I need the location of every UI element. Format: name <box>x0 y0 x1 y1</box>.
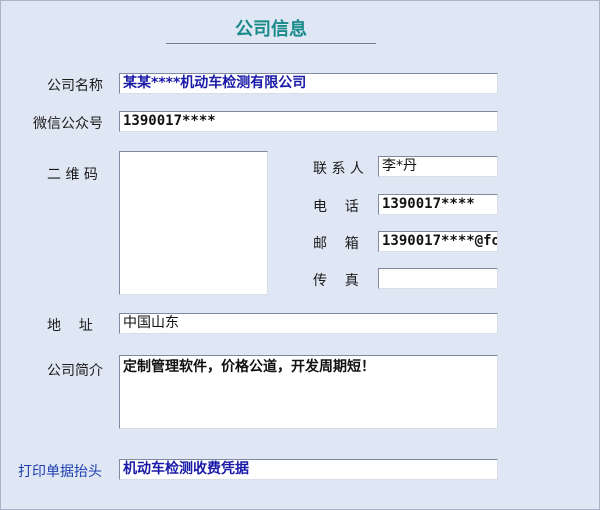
print-header-field[interactable]: 机动车检测收费凭据 <box>119 459 498 480</box>
company-name-label: 公司名称 <box>47 78 103 94</box>
print-header-label: 打印单据抬头 <box>18 464 102 480</box>
fax-field[interactable] <box>378 268 498 289</box>
qrcode-image-box[interactable] <box>119 151 268 295</box>
wechat-field[interactable]: 1390017**** <box>119 111 498 132</box>
company-info-panel: 公司信息 公司名称 某某****机动车检测有限公司 微信公众号 1390017*… <box>0 0 600 510</box>
address-field[interactable]: 中国山东 <box>119 313 498 334</box>
email-field[interactable]: 1390017****@fox <box>378 231 498 252</box>
company-name-field[interactable]: 某某****机动车检测有限公司 <box>119 73 498 94</box>
phone-field[interactable]: 1390017**** <box>378 194 498 215</box>
contact-field[interactable]: 李*丹 <box>378 156 498 177</box>
email-label: 邮 箱 <box>313 236 359 252</box>
qrcode-label: 二 维 码 <box>47 167 98 183</box>
contact-label: 联 系 人 <box>313 161 364 177</box>
fax-label: 传 真 <box>313 273 359 289</box>
title-underline <box>166 43 376 44</box>
intro-textarea[interactable]: 定制管理软件，价格公道，开发周期短！ <box>119 355 498 429</box>
phone-label: 电 话 <box>313 199 359 215</box>
intro-label: 公司简介 <box>47 363 103 379</box>
address-label: 地 址 <box>47 318 93 334</box>
wechat-label: 微信公众号 <box>33 116 103 132</box>
page-title: 公司信息 <box>235 19 307 40</box>
